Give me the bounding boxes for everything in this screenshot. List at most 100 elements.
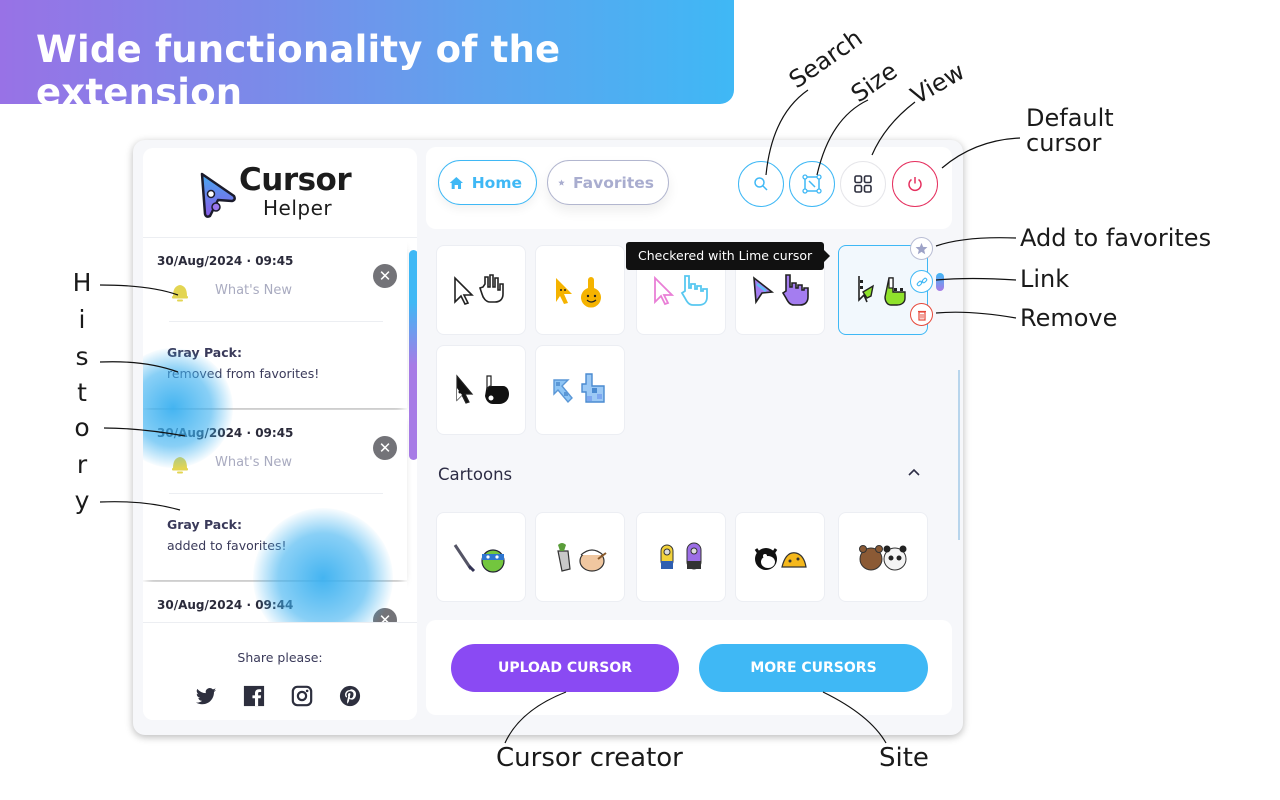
close-icon[interactable]: ✕ — [373, 264, 397, 288]
pinterest-icon[interactable] — [339, 685, 361, 707]
annotation-history-letter: H — [72, 268, 92, 297]
cursor-preview-icon — [456, 374, 509, 404]
cursor-tile[interactable] — [535, 245, 625, 335]
search-button[interactable] — [738, 161, 784, 207]
action-bar: UPLOAD CURSOR MORE CURSORS — [426, 620, 952, 715]
history-scrollbar[interactable] — [409, 250, 417, 460]
history-pack: Gray Pack: — [167, 345, 242, 360]
logo-text-helper: Helper — [263, 196, 333, 220]
add-to-favorites-button[interactable] — [910, 237, 933, 260]
view-button[interactable] — [840, 161, 886, 207]
divider — [169, 321, 383, 322]
logo: Cursor Helper — [143, 148, 417, 238]
history-type: What's New — [215, 455, 292, 470]
sidebar: Cursor Helper 30/Aug/2024 · 09:45 ✕ What… — [143, 148, 417, 720]
annotation-history-letter: r — [76, 450, 88, 479]
upload-cursor-button[interactable]: UPLOAD CURSOR — [451, 644, 679, 692]
annotation-site: Site — [879, 743, 929, 773]
annotation-history-letter: t — [77, 378, 87, 407]
power-icon — [908, 177, 922, 192]
remove-button[interactable] — [910, 303, 933, 326]
logo-text-cursor: Cursor — [239, 162, 352, 198]
link-button[interactable] — [910, 270, 933, 293]
tab-favorites-label: Favorites — [573, 173, 654, 192]
home-icon — [449, 176, 464, 189]
annotation-history-letter: i — [78, 305, 86, 334]
cursor-preview-icon — [553, 373, 605, 404]
cursor-preview-icon — [654, 275, 708, 306]
history-item: 30/Aug/2024 · 09:45 ✕ What's New Gray Pa… — [143, 238, 407, 408]
cursor-tile[interactable] — [436, 512, 526, 602]
link-icon — [916, 277, 927, 286]
cursor-preview-icon — [858, 276, 906, 306]
history-action: added to favorites! — [167, 538, 287, 553]
instagram-icon[interactable] — [291, 685, 313, 707]
tab-home[interactable]: Home — [438, 160, 537, 205]
annotation-history-letter: y — [74, 486, 90, 515]
cursor-tile[interactable] — [636, 512, 726, 602]
star-icon — [915, 242, 928, 255]
tooltip: Checkered with Lime cursor — [626, 242, 831, 270]
cursor-preview-icon — [754, 548, 807, 570]
share-label: Share please: — [237, 650, 323, 665]
annotation-add-favorites: Add to favorites — [1020, 224, 1212, 252]
annotation-cursor-creator: Cursor creator — [496, 743, 683, 773]
trash-icon — [917, 310, 926, 321]
share-icons — [195, 685, 361, 707]
facebook-icon[interactable] — [243, 685, 265, 707]
cursor-preview-icon — [556, 277, 601, 308]
annotation-link: Link — [1020, 265, 1070, 293]
cursor-preview-icon — [453, 544, 505, 573]
cursor-tile[interactable] — [436, 345, 526, 435]
extension-popup: Cursor Helper 30/Aug/2024 · 09:45 ✕ What… — [133, 140, 963, 735]
grid-scrollbar-thumb[interactable] — [936, 273, 944, 291]
bell-icon — [172, 285, 188, 302]
cursor-preview-icon — [753, 274, 809, 306]
cursor-grid: Checkered with Lime cursor Cartoons — [426, 237, 956, 609]
share-section: Share please: — [143, 622, 417, 720]
cursor-preview-icon — [557, 543, 607, 572]
close-icon[interactable]: ✕ — [373, 608, 397, 622]
tab-home-label: Home — [471, 173, 522, 192]
history-list: 30/Aug/2024 · 09:45 ✕ What's New Gray Pa… — [143, 238, 417, 622]
history-date: 30/Aug/2024 · 09:44 — [157, 598, 294, 612]
history-pack: Gray Pack: — [167, 517, 242, 532]
chevron-up-icon[interactable] — [906, 465, 922, 481]
history-item: 30/Aug/2024 · 09:45 ✕ What's New Gray Pa… — [143, 410, 407, 580]
cursor-preview-icon — [859, 545, 907, 571]
size-button[interactable] — [789, 161, 835, 207]
search-icon — [754, 177, 768, 191]
annotation-default-line2: cursor — [1026, 129, 1102, 157]
history-item: 30/Aug/2024 · 09:44 ✕ — [143, 582, 407, 622]
cursor-tile[interactable] — [436, 245, 526, 335]
top-toolbar: Home Favorites — [426, 147, 952, 229]
history-date: 30/Aug/2024 · 09:45 — [157, 426, 294, 440]
cursor-tile[interactable] — [535, 345, 625, 435]
annotation-history-letter: o — [74, 413, 90, 442]
annotation-size: Size — [845, 56, 903, 108]
cursor-preview-icon — [660, 542, 702, 570]
cursor-tile[interactable] — [735, 512, 825, 602]
section-title-cartoons: Cartoons — [438, 465, 513, 484]
grid-scrollbar-track[interactable] — [958, 370, 960, 540]
annotation-view: View — [906, 57, 970, 110]
logo-icon — [200, 172, 236, 218]
history-type: What's New — [215, 283, 292, 298]
tab-favorites[interactable]: Favorites — [547, 160, 669, 205]
annotation-remove: Remove — [1020, 304, 1118, 332]
star-icon — [558, 179, 565, 186]
banner: Wide functionality of the extension — [0, 0, 734, 114]
annotation-default: Default cursor — [1026, 106, 1114, 156]
annotation-history-letter: s — [75, 342, 89, 371]
cursor-tile[interactable] — [535, 512, 625, 602]
divider — [169, 493, 383, 494]
twitter-icon[interactable] — [195, 685, 217, 707]
default-cursor-button[interactable] — [892, 161, 938, 207]
close-icon[interactable]: ✕ — [373, 436, 397, 460]
history-date: 30/Aug/2024 · 09:45 — [157, 254, 294, 268]
cursor-tile[interactable] — [838, 512, 928, 602]
history-action: removed from favorites! — [167, 366, 320, 381]
more-cursors-button[interactable]: MORE CURSORS — [699, 644, 928, 692]
bell-icon — [172, 457, 188, 474]
resize-icon — [802, 174, 822, 194]
